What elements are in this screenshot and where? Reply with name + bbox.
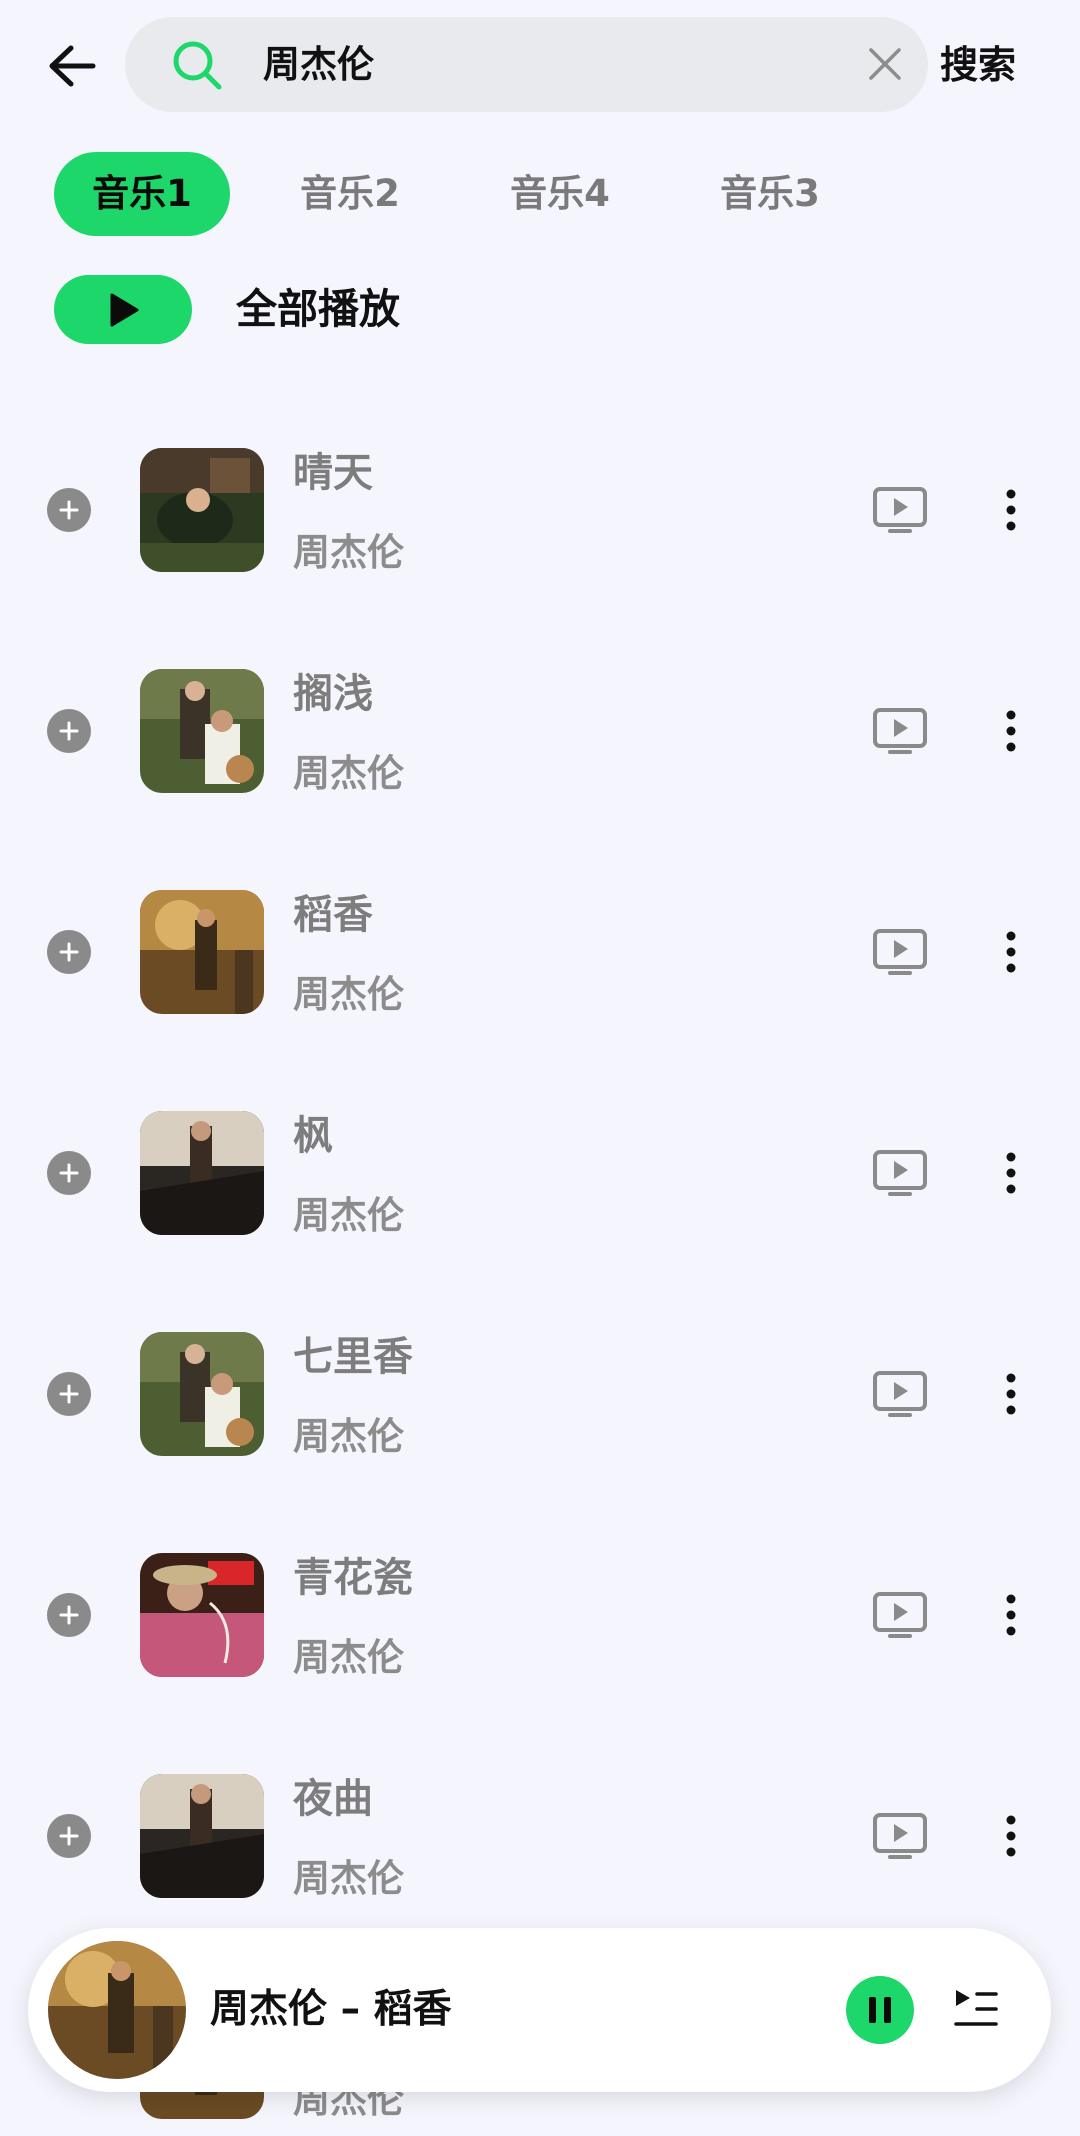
video-play-icon[interactable] (872, 486, 928, 534)
album-cover (140, 1332, 264, 1456)
more-vertical-icon[interactable] (996, 1591, 1026, 1639)
album-cover (140, 890, 264, 1014)
album-cover (140, 1774, 264, 1898)
list-item[interactable]: 七里香 周杰伦 (0, 1294, 1080, 1494)
song-artist: 周杰伦 (293, 1636, 404, 1679)
video-play-icon[interactable] (872, 1591, 928, 1639)
list-item[interactable]: 搁浅 周杰伦 (0, 631, 1080, 831)
song-title: 夜曲 (293, 1776, 373, 1822)
mini-player[interactable]: 周杰伦 – 稻香 (28, 1928, 1051, 2092)
list-item[interactable]: 夜曲 周杰伦 (0, 1736, 1080, 1936)
album-cover (140, 448, 264, 572)
pause-icon (869, 1997, 891, 2023)
plus-circle-icon (59, 942, 79, 962)
song-artist: 周杰伦 (293, 1857, 404, 1900)
song-title: 搁浅 (293, 671, 373, 717)
add-to-playlist-button[interactable] (47, 1151, 91, 1195)
song-title: 稻香 (293, 892, 373, 938)
list-item[interactable]: 晴天 周杰伦 (0, 410, 1080, 610)
album-cover (140, 1553, 264, 1677)
more-vertical-icon[interactable] (996, 1812, 1026, 1860)
video-play-icon[interactable] (872, 1812, 928, 1860)
song-artist: 周杰伦 (293, 973, 404, 1016)
plus-circle-icon (59, 1163, 79, 1183)
add-to-playlist-button[interactable] (47, 1372, 91, 1416)
album-cover (140, 669, 264, 793)
add-to-playlist-button[interactable] (47, 1593, 91, 1637)
plus-circle-icon (59, 1384, 79, 1404)
song-title: 晴天 (293, 450, 373, 496)
list-item[interactable]: 枫 周杰伦 (0, 1073, 1080, 1273)
now-playing-cover[interactable] (48, 1941, 186, 2079)
add-to-playlist-button[interactable] (47, 930, 91, 974)
video-play-icon[interactable] (872, 707, 928, 755)
song-artist: 周杰伦 (293, 531, 404, 574)
song-artist: 周杰伦 (293, 1194, 404, 1237)
more-vertical-icon[interactable] (996, 928, 1026, 976)
add-to-playlist-button[interactable] (47, 488, 91, 532)
playlist-icon[interactable] (953, 1986, 999, 2032)
song-title: 七里香 (293, 1334, 413, 1380)
video-play-icon[interactable] (872, 1370, 928, 1418)
video-play-icon[interactable] (872, 1149, 928, 1197)
more-vertical-icon[interactable] (996, 1370, 1026, 1418)
plus-circle-icon (59, 1605, 79, 1625)
plus-circle-icon (59, 500, 79, 520)
list-item[interactable]: 青花瓷 周杰伦 (0, 1515, 1080, 1715)
video-play-icon[interactable] (872, 928, 928, 976)
song-title: 枫 (293, 1113, 333, 1159)
list-item[interactable]: 稻香 周杰伦 (0, 852, 1080, 1052)
now-playing-title[interactable]: 周杰伦 – 稻香 (210, 1928, 452, 2092)
song-list: 晴天 周杰伦 搁浅 周杰伦 稻香 周杰伦 枫 周杰伦 七里香 周杰伦 青花瓷 周… (0, 0, 1080, 2136)
album-cover (140, 1111, 264, 1235)
pause-button[interactable] (846, 1976, 914, 2044)
more-vertical-icon[interactable] (996, 1149, 1026, 1197)
song-artist: 周杰伦 (293, 1415, 404, 1458)
plus-circle-icon (59, 1826, 79, 1846)
song-artist: 周杰伦 (293, 752, 404, 795)
add-to-playlist-button[interactable] (47, 709, 91, 753)
add-to-playlist-button[interactable] (47, 1814, 91, 1858)
more-vertical-icon[interactable] (996, 486, 1026, 534)
plus-circle-icon (59, 721, 79, 741)
more-vertical-icon[interactable] (996, 707, 1026, 755)
song-title: 青花瓷 (293, 1555, 413, 1601)
